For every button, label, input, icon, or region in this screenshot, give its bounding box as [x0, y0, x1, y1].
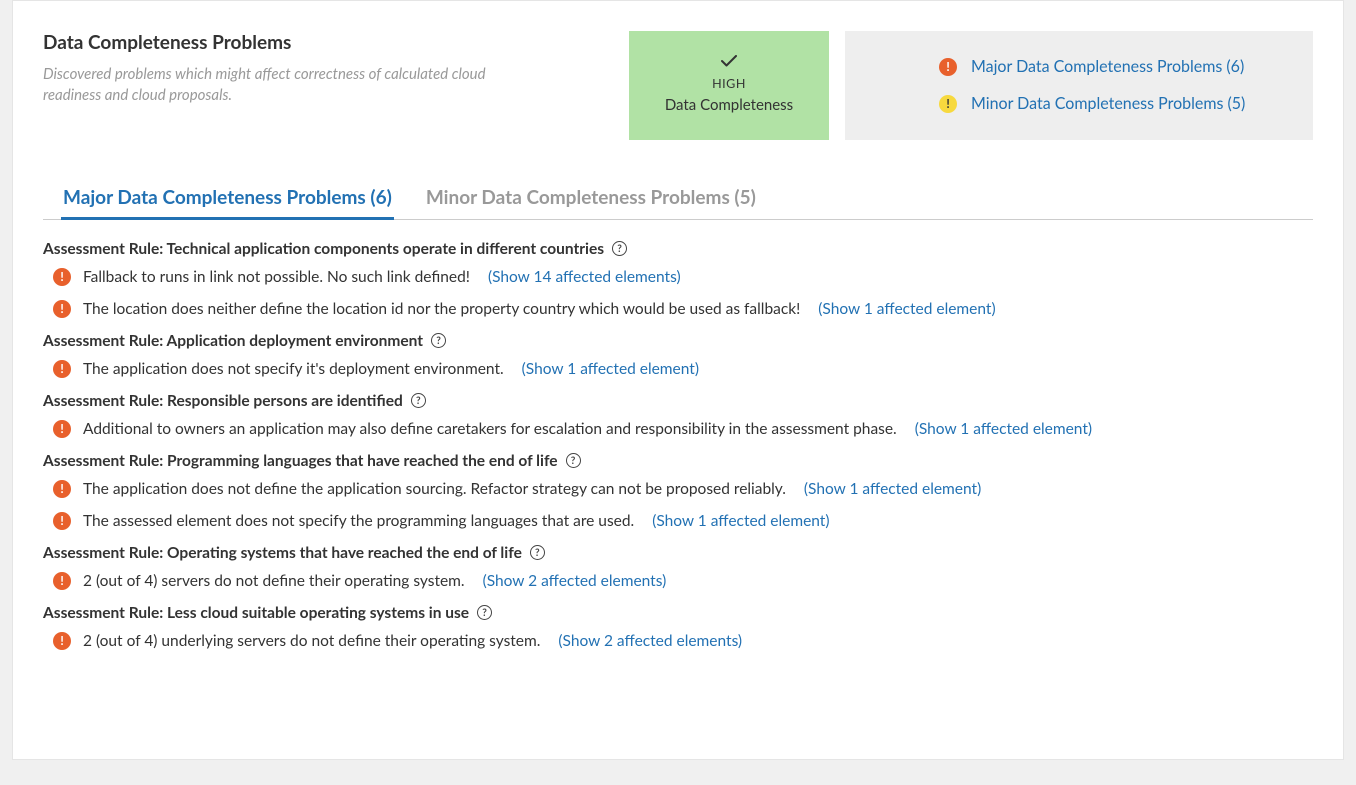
check-icon — [721, 51, 737, 73]
show-affected-link[interactable]: (Show 1 affected element) — [522, 360, 699, 378]
issue-line: ! The application does not specify it's d… — [43, 360, 1313, 378]
issue-line: ! 2 (out of 4) servers do not define thei… — [43, 572, 1313, 590]
help-icon[interactable]: ? — [612, 241, 627, 256]
header-row: Data Completeness Problems Discovered pr… — [43, 31, 1313, 140]
show-affected-link[interactable]: (Show 14 affected elements) — [488, 268, 681, 286]
issue-text: The assessed element does not specify th… — [83, 512, 634, 530]
help-icon[interactable]: ? — [411, 393, 426, 408]
exclamation-icon: ! — [53, 360, 71, 378]
status-level: HIGH — [712, 75, 746, 93]
main-panel: Data Completeness Problems Discovered pr… — [12, 0, 1344, 760]
rule-group: Assessment Rule: Technical application c… — [43, 240, 1313, 318]
exclamation-icon: ! — [53, 512, 71, 530]
exclamation-icon: ! — [53, 632, 71, 650]
rules-container: Assessment Rule: Technical application c… — [43, 240, 1313, 650]
rule-group: Assessment Rule: Application deployment … — [43, 332, 1313, 378]
exclamation-icon: ! — [939, 58, 957, 76]
rule-group: Assessment Rule: Programming languages t… — [43, 452, 1313, 530]
summary-minor: ! Minor Data Completeness Problems (5) — [869, 94, 1289, 113]
issue-text: The application does not specify it's de… — [83, 360, 504, 378]
exclamation-icon: ! — [53, 572, 71, 590]
exclamation-icon: ! — [53, 268, 71, 286]
rule-group: Assessment Rule: Less cloud suitable ope… — [43, 604, 1313, 650]
rule-title: Assessment Rule: Less cloud suitable ope… — [43, 604, 1313, 622]
rule-group: Assessment Rule: Operating systems that … — [43, 544, 1313, 590]
rule-title: Assessment Rule: Responsible persons are… — [43, 392, 1313, 410]
rule-title-text: Assessment Rule: Responsible persons are… — [43, 392, 403, 410]
issue-text: 2 (out of 4) servers do not define their… — [83, 572, 465, 590]
help-icon[interactable]: ? — [530, 545, 545, 560]
summary-card: ! Major Data Completeness Problems (6) !… — [845, 31, 1313, 140]
issue-line: ! The assessed element does not specify t… — [43, 512, 1313, 530]
rule-title: Assessment Rule: Operating systems that … — [43, 544, 1313, 562]
rule-title: Assessment Rule: Application deployment … — [43, 332, 1313, 350]
title-column: Data Completeness Problems Discovered pr… — [43, 31, 613, 140]
exclamation-icon: ! — [53, 300, 71, 318]
show-affected-link[interactable]: (Show 1 affected element) — [804, 480, 981, 498]
issue-text: 2 (out of 4) underlying servers do not d… — [83, 632, 540, 650]
status-card: HIGH Data Completeness — [629, 31, 829, 140]
help-icon[interactable]: ? — [477, 605, 492, 620]
rule-title: Assessment Rule: Technical application c… — [43, 240, 1313, 258]
issue-line: ! 2 (out of 4) underlying servers do not … — [43, 632, 1313, 650]
rule-title-text: Assessment Rule: Less cloud suitable ope… — [43, 604, 469, 622]
rule-title-text: Assessment Rule: Operating systems that … — [43, 544, 522, 562]
status-kind: Data Completeness — [665, 95, 793, 116]
help-icon[interactable]: ? — [566, 453, 581, 468]
issue-text: The application does not define the appl… — [83, 480, 786, 498]
show-affected-link[interactable]: (Show 2 affected elements) — [558, 632, 742, 650]
issue-line: ! Additional to owners an application may… — [43, 420, 1313, 438]
page-subtitle: Discovered problems which might affect c… — [43, 64, 503, 106]
show-affected-link[interactable]: (Show 2 affected elements) — [483, 572, 667, 590]
show-affected-link[interactable]: (Show 1 affected element) — [818, 300, 995, 318]
issue-text: Fallback to runs in link not possible. N… — [83, 268, 470, 286]
summary-minor-link[interactable]: Minor Data Completeness Problems (5) — [971, 94, 1245, 113]
issue-text: The location does neither define the loc… — [83, 300, 800, 318]
show-affected-link[interactable]: (Show 1 affected element) — [915, 420, 1092, 438]
rule-title-text: Assessment Rule: Technical application c… — [43, 240, 604, 258]
tab-minor[interactable]: Minor Data Completeness Problems (5) — [424, 180, 758, 219]
issue-text: Additional to owners an application may … — [83, 420, 897, 438]
summary-major: ! Major Data Completeness Problems (6) — [869, 57, 1289, 76]
rule-title-text: Assessment Rule: Application deployment … — [43, 332, 423, 350]
page-title: Data Completeness Problems — [43, 31, 613, 54]
help-icon[interactable]: ? — [431, 333, 446, 348]
issue-line: ! The application does not define the app… — [43, 480, 1313, 498]
rule-title: Assessment Rule: Programming languages t… — [43, 452, 1313, 470]
show-affected-link[interactable]: (Show 1 affected element) — [652, 512, 829, 530]
rule-group: Assessment Rule: Responsible persons are… — [43, 392, 1313, 438]
issue-line: ! Fallback to runs in link not possible. … — [43, 268, 1313, 286]
rule-title-text: Assessment Rule: Programming languages t… — [43, 452, 558, 470]
tabs: Major Data Completeness Problems (6) Min… — [43, 180, 1313, 220]
exclamation-icon: ! — [53, 420, 71, 438]
summary-major-link[interactable]: Major Data Completeness Problems (6) — [971, 57, 1244, 76]
tab-major[interactable]: Major Data Completeness Problems (6) — [61, 180, 394, 219]
exclamation-icon: ! — [939, 95, 957, 113]
exclamation-icon: ! — [53, 480, 71, 498]
issue-line: ! The location does neither define the lo… — [43, 300, 1313, 318]
